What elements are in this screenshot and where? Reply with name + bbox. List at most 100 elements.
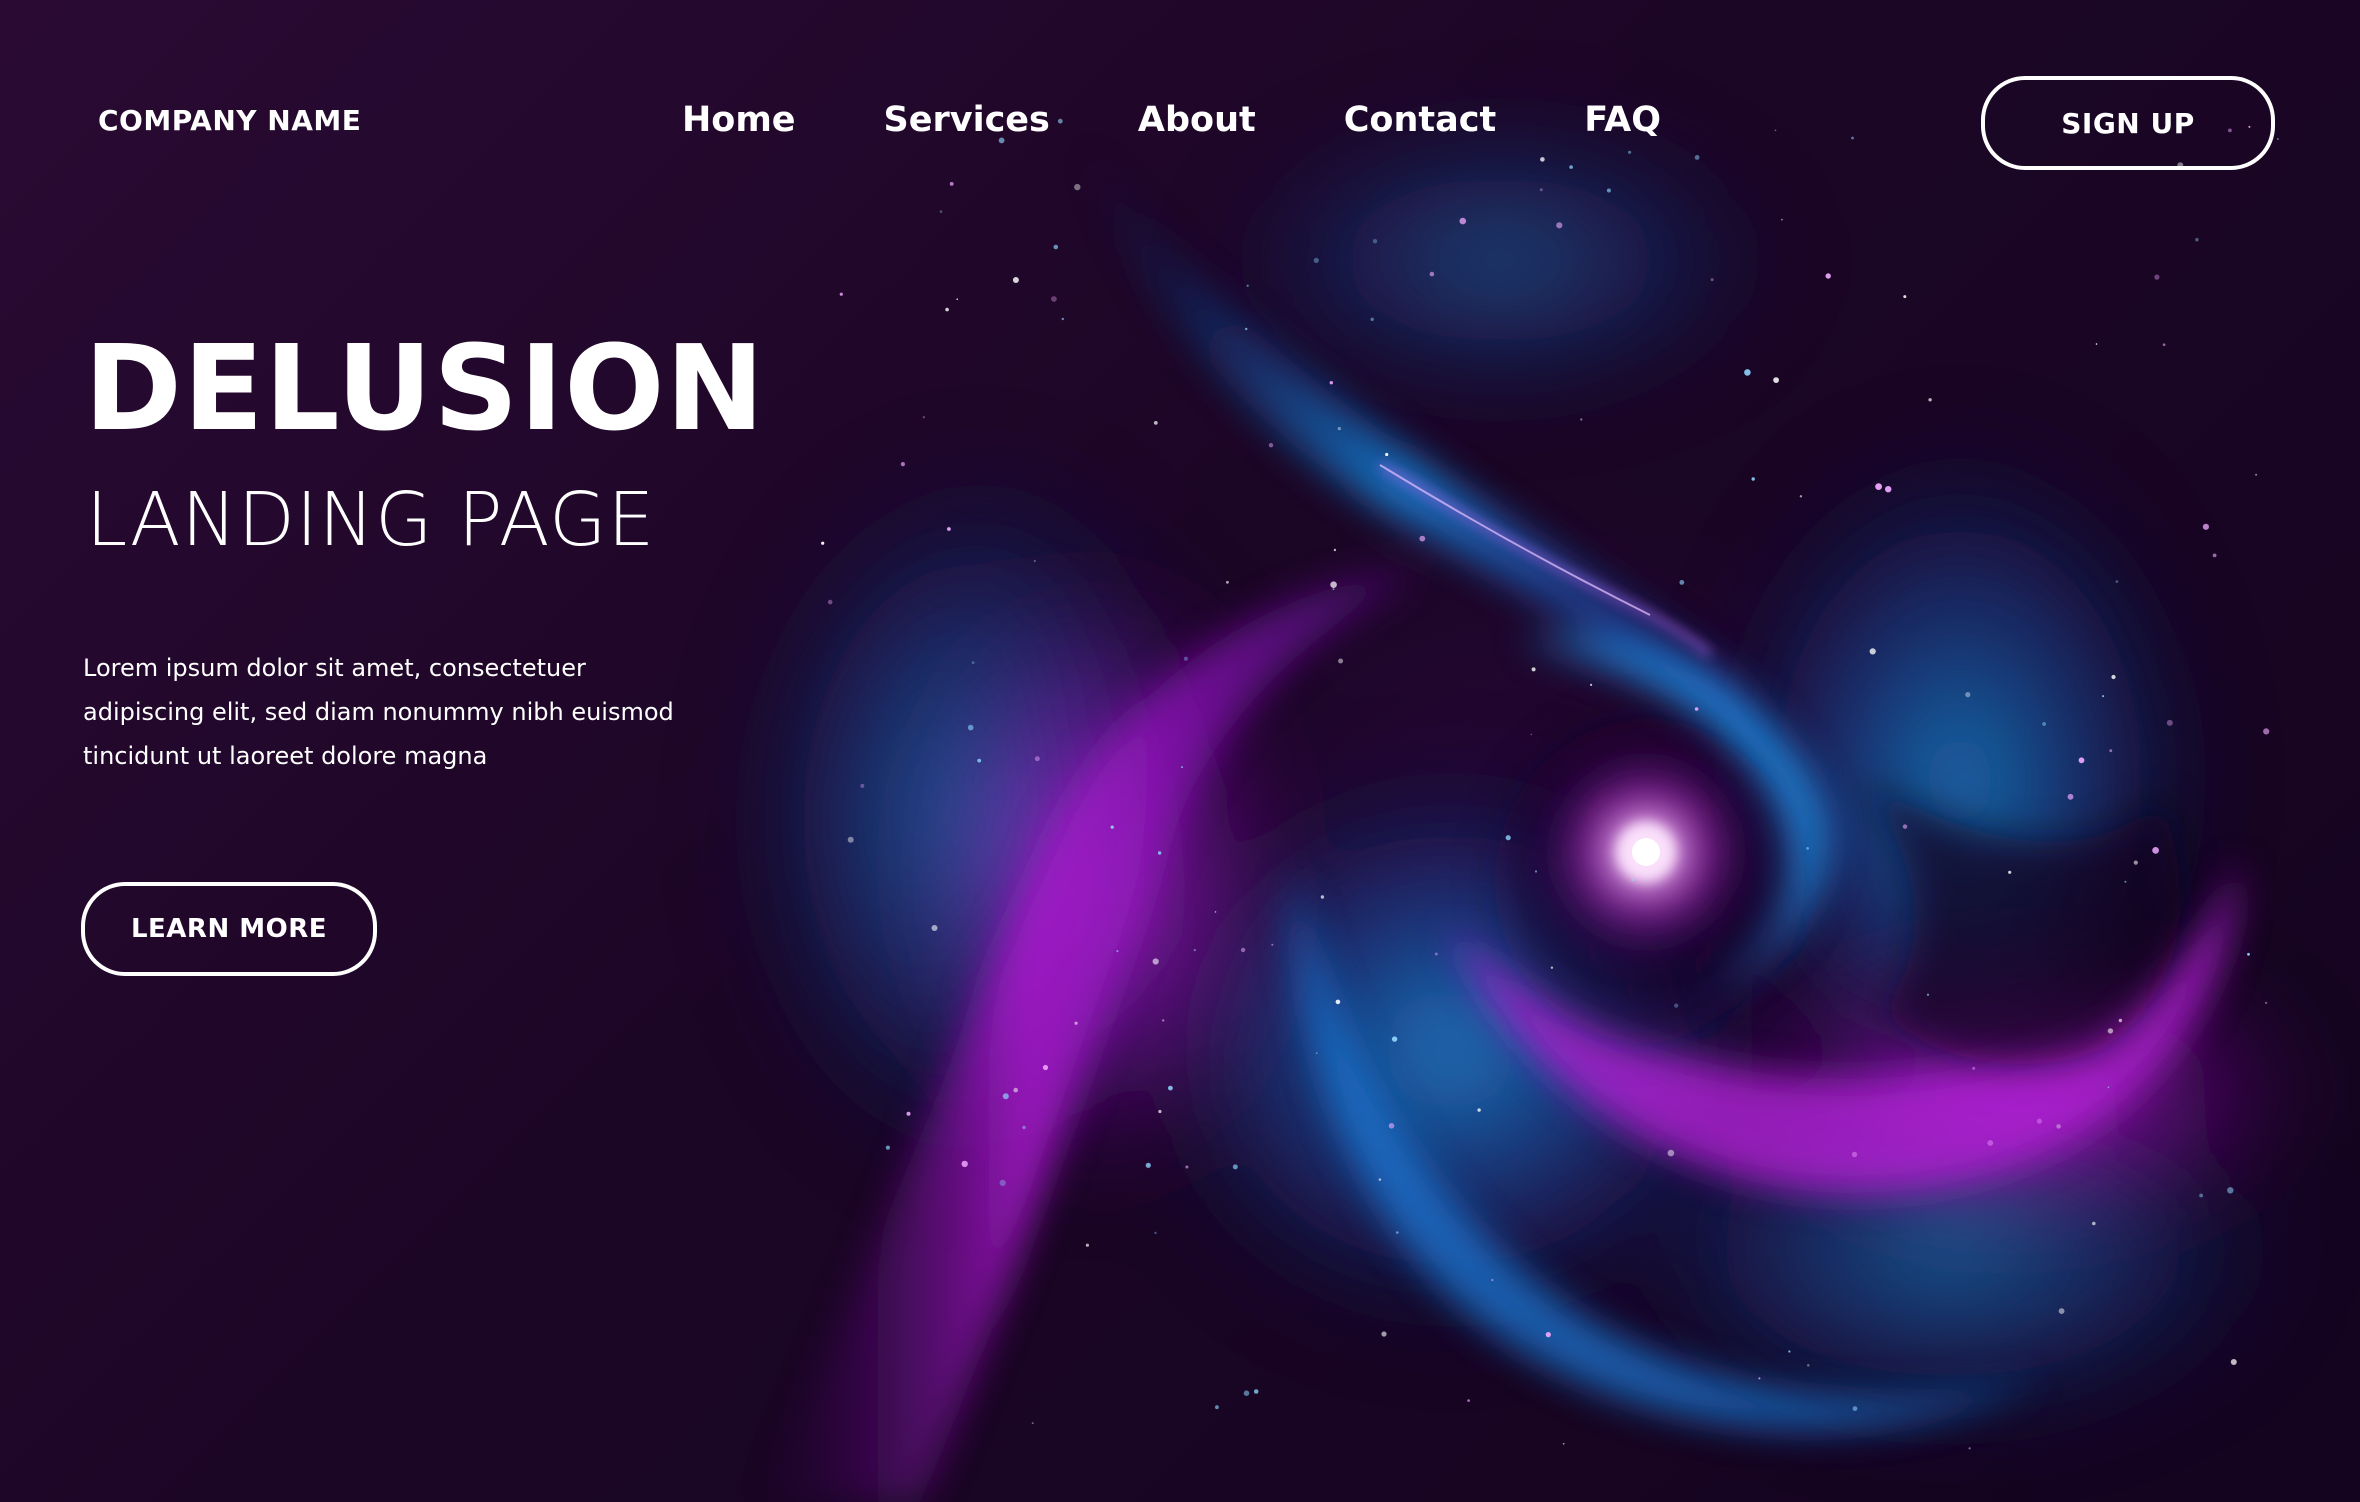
star bbox=[1569, 165, 1573, 169]
star bbox=[2166, 719, 2173, 726]
star bbox=[1540, 157, 1545, 162]
star bbox=[1185, 1165, 1189, 1169]
nav-faq[interactable]: FAQ bbox=[1584, 96, 1661, 144]
star bbox=[1419, 535, 1426, 542]
star bbox=[1851, 1151, 1858, 1158]
star bbox=[2162, 343, 2166, 347]
star bbox=[1391, 1036, 1398, 1042]
star bbox=[1168, 1085, 1173, 1091]
star bbox=[2230, 1359, 2237, 1365]
star bbox=[922, 416, 926, 419]
star bbox=[1539, 188, 1543, 192]
star bbox=[1903, 295, 1907, 299]
star bbox=[1370, 317, 1374, 321]
star bbox=[1744, 369, 1751, 376]
hero-title: DELUSION bbox=[84, 319, 766, 457]
star bbox=[1074, 183, 1081, 191]
star bbox=[1751, 477, 1755, 481]
star bbox=[1268, 443, 1274, 448]
star bbox=[1215, 1405, 1219, 1410]
star bbox=[1667, 1149, 1675, 1157]
nav-contact[interactable]: Contact bbox=[1344, 96, 1496, 144]
star bbox=[1253, 1389, 1259, 1394]
company-name-logo[interactable]: COMPANY NAME bbox=[98, 104, 361, 137]
star bbox=[1902, 824, 1908, 829]
star bbox=[2095, 343, 2098, 345]
star bbox=[2227, 1187, 2234, 1194]
star bbox=[1388, 1123, 1395, 1129]
star bbox=[885, 1145, 891, 1150]
star bbox=[1825, 273, 1831, 279]
star bbox=[1987, 1140, 1994, 1146]
star bbox=[1694, 155, 1700, 160]
star bbox=[1183, 656, 1188, 661]
star bbox=[939, 210, 943, 213]
star bbox=[821, 541, 825, 545]
star bbox=[1806, 847, 1809, 850]
star bbox=[1313, 257, 1319, 263]
star bbox=[1869, 648, 1876, 655]
star bbox=[949, 182, 954, 186]
nav-services[interactable]: Services bbox=[884, 96, 1050, 144]
star bbox=[1534, 870, 1538, 873]
star bbox=[2107, 1028, 2114, 1034]
star bbox=[1606, 188, 1611, 193]
star bbox=[1807, 1364, 1810, 1367]
star bbox=[2115, 580, 2119, 583]
star bbox=[931, 925, 938, 931]
star bbox=[1852, 1406, 1858, 1411]
star bbox=[1181, 766, 1183, 769]
star bbox=[1674, 1003, 1679, 1008]
star bbox=[1338, 658, 1344, 664]
star bbox=[1788, 1350, 1791, 1353]
star bbox=[1051, 296, 1057, 302]
star bbox=[1002, 1093, 1009, 1100]
star bbox=[1074, 1021, 1078, 1025]
hero-description: Lorem ipsum dolor sit amet, consectetuer… bbox=[83, 654, 674, 770]
star bbox=[1556, 222, 1563, 229]
star bbox=[1477, 1108, 1481, 1112]
star bbox=[1530, 733, 1533, 736]
star bbox=[1042, 1064, 1049, 1071]
star bbox=[2058, 1308, 2065, 1314]
nav-about[interactable]: About bbox=[1138, 96, 1256, 144]
star bbox=[1152, 958, 1159, 965]
star bbox=[1271, 943, 1274, 946]
star bbox=[2118, 1018, 2123, 1023]
nav-home[interactable]: Home bbox=[682, 96, 796, 144]
star bbox=[947, 527, 951, 531]
star bbox=[1545, 1332, 1551, 1338]
star bbox=[1193, 948, 1197, 952]
star bbox=[1330, 581, 1337, 588]
star bbox=[1372, 239, 1378, 244]
star bbox=[1694, 707, 1699, 711]
star bbox=[1381, 1331, 1387, 1337]
star bbox=[2247, 952, 2250, 956]
star bbox=[1153, 421, 1158, 425]
star bbox=[1012, 277, 1019, 283]
star bbox=[977, 758, 982, 763]
star bbox=[967, 724, 974, 731]
star bbox=[1332, 588, 1335, 591]
star bbox=[1758, 1377, 1761, 1380]
star bbox=[839, 292, 843, 296]
star bbox=[945, 307, 949, 312]
star bbox=[2195, 238, 2199, 242]
star bbox=[2154, 274, 2160, 280]
star bbox=[1085, 1243, 1089, 1247]
star bbox=[1628, 150, 1632, 154]
star bbox=[2092, 1221, 2096, 1226]
star bbox=[1033, 559, 1036, 563]
star bbox=[2102, 695, 2105, 698]
star bbox=[2078, 757, 2085, 764]
star bbox=[1562, 1443, 1565, 1445]
star bbox=[1162, 1019, 1165, 1022]
star bbox=[2202, 523, 2209, 530]
star bbox=[1315, 1052, 1318, 1054]
sign-up-button[interactable]: SIGN UP bbox=[1981, 76, 2275, 170]
star bbox=[906, 1111, 911, 1116]
star bbox=[2263, 728, 2270, 735]
star bbox=[1550, 966, 1554, 969]
learn-more-button[interactable]: LEARN MORE bbox=[81, 882, 377, 976]
star bbox=[1061, 317, 1065, 321]
